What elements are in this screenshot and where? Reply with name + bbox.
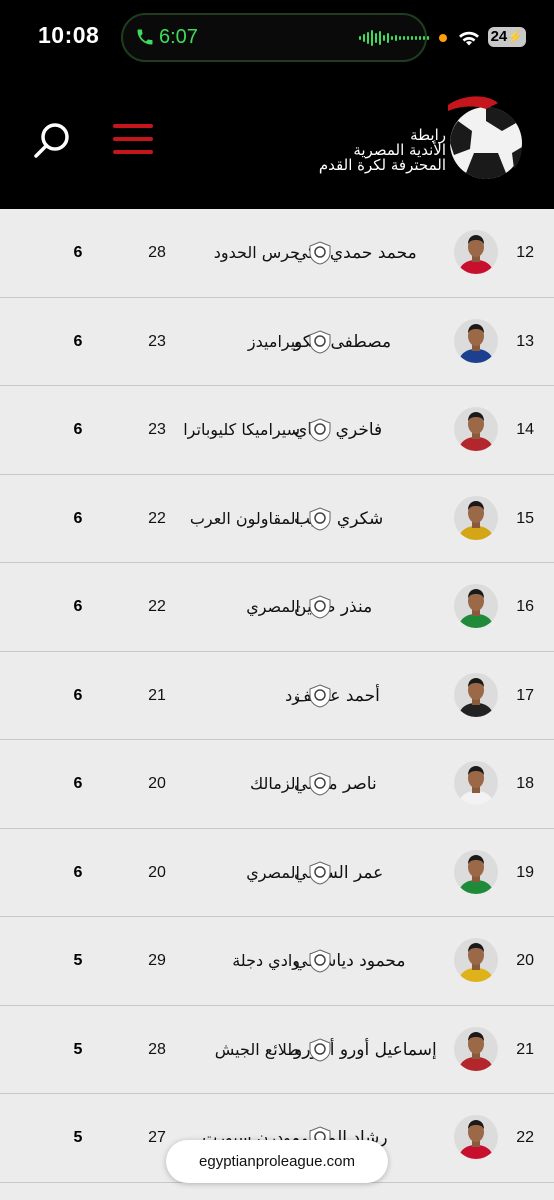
site-header: 10:08 6:07 24⚡ رابطة الأندية المصرية الم… [0, 0, 554, 209]
goals-count: 6 [73, 509, 83, 527]
matches-played: 23 [148, 332, 166, 350]
goals-count: 6 [73, 863, 83, 881]
club-name[interactable]: طلائع الجيش [215, 1006, 300, 1094]
matches-played: 23 [148, 421, 166, 438]
goals-count: 5 [73, 1129, 83, 1146]
rank-number: 22 [516, 1129, 534, 1146]
player-avatar[interactable] [454, 495, 498, 540]
club-badge-icon [309, 860, 331, 885]
club-badge-icon [309, 683, 331, 708]
club-badge-icon [309, 1037, 331, 1062]
goals-count: 6 [73, 244, 83, 261]
goals-count: 6 [73, 598, 83, 615]
browser-url-bar[interactable]: egyptianproleague.com [166, 1140, 388, 1183]
table-row[interactable]: 18 ناصر منسي الزمالك 20 6 [0, 740, 554, 829]
rank-number: 12 [516, 244, 534, 261]
league-logo-text[interactable]: رابطة الأندية المصرية المحترفة لكرة القد… [300, 128, 446, 173]
table-row[interactable]: 17 أحمد عاطف زد 21 6 [0, 651, 554, 740]
club-badge-icon [309, 329, 331, 354]
club-badge-icon [309, 418, 331, 442]
matches-played: 21 [148, 686, 166, 704]
rank-number: 21 [516, 1040, 534, 1058]
scorers-table: 12 محمد حمدي زكي حرس الحدود 28 6 13 مصطفى زيكو… [0, 209, 554, 1183]
goals-count: 5 [73, 1040, 83, 1058]
goals-count: 6 [73, 686, 83, 704]
matches-played: 29 [148, 952, 166, 969]
rank-number: 18 [516, 775, 534, 792]
league-ball-logo-icon[interactable] [440, 93, 526, 183]
matches-played: 20 [148, 863, 166, 881]
battery-indicator: 24⚡ [488, 27, 526, 47]
rank-number: 19 [516, 863, 534, 881]
wifi-icon [459, 31, 479, 46]
player-avatar[interactable] [454, 230, 498, 274]
club-name[interactable]: الزمالك [250, 740, 300, 828]
player-avatar[interactable] [454, 849, 498, 894]
club-badge-icon [309, 241, 331, 265]
club-badge-icon [309, 772, 331, 796]
player-avatar[interactable] [454, 938, 498, 982]
club-name[interactable]: المصري [246, 563, 300, 651]
player-avatar[interactable] [454, 407, 498, 451]
club-name[interactable]: زد [285, 652, 300, 740]
matches-played: 20 [148, 775, 166, 792]
table-row[interactable]: 20 محمود دياسطي وادي دجلة 29 5 [0, 917, 554, 1006]
club-badge-icon [309, 506, 331, 531]
logo-line-3: المحترفة لكرة القدم [318, 156, 446, 174]
matches-played: 28 [148, 1040, 166, 1058]
matches-played: 28 [148, 244, 166, 261]
hamburger-menu-icon[interactable] [113, 124, 153, 158]
goals-count: 6 [73, 332, 83, 350]
club-name[interactable]: المصري [246, 829, 300, 917]
rank-number: 20 [516, 952, 534, 969]
player-avatar[interactable] [454, 584, 498, 628]
club-badge-icon [309, 949, 331, 973]
player-avatar[interactable] [454, 318, 498, 363]
matches-played: 22 [148, 509, 166, 527]
table-row[interactable]: 14 فاخري لاكاي سيراميكا كليوباترا 23 6 [0, 386, 554, 475]
club-name[interactable]: حرس الحدود [214, 209, 300, 297]
status-time: 10:08 [38, 22, 100, 48]
club-name[interactable]: المقاولون العرب [190, 475, 300, 563]
rank-number: 13 [516, 332, 534, 350]
charging-bolt-icon: ⚡ [507, 29, 524, 44]
player-avatar[interactable] [454, 1115, 498, 1159]
club-name[interactable]: وادي دجلة [232, 917, 300, 1005]
goals-count: 6 [73, 421, 83, 438]
player-avatar[interactable] [454, 1026, 498, 1071]
battery-level: 24 [490, 28, 508, 45]
call-duration: 6:07 [159, 26, 198, 48]
table-row[interactable]: 15 شكري نجيب المقاولون العرب 22 6 [0, 474, 554, 563]
goals-count: 5 [73, 952, 83, 969]
rank-number: 15 [516, 509, 534, 527]
rank-number: 17 [516, 686, 534, 704]
table-row[interactable]: 16 منذر طمين المصري 22 6 [0, 563, 554, 652]
table-row[interactable]: 12 محمد حمدي زكي حرس الحدود 28 6 [0, 209, 554, 298]
rank-number: 14 [516, 421, 534, 438]
rank-number: 16 [516, 598, 534, 615]
phone-icon [137, 29, 153, 45]
goals-count: 6 [73, 775, 83, 792]
table-row[interactable]: 21 إسماعيل أورو أجورو طلائع الجيش 28 5 [0, 1005, 554, 1094]
club-name[interactable]: بيراميدز [248, 298, 300, 386]
audio-waveform-icon [359, 30, 429, 46]
matches-played: 22 [148, 598, 166, 615]
active-call-pill[interactable]: 6:07 [121, 13, 429, 62]
club-badge-icon [309, 595, 331, 619]
privacy-indicator-dot [439, 34, 447, 42]
player-avatar[interactable] [454, 672, 498, 717]
search-icon[interactable] [32, 121, 72, 161]
player-avatar[interactable] [454, 761, 498, 805]
table-row[interactable]: 19 عمر الساعي المصري 20 6 [0, 828, 554, 917]
club-name[interactable]: سيراميكا كليوباترا [183, 386, 300, 474]
table-row[interactable]: 13 مصطفى زيكو بيراميدز 23 6 [0, 297, 554, 386]
